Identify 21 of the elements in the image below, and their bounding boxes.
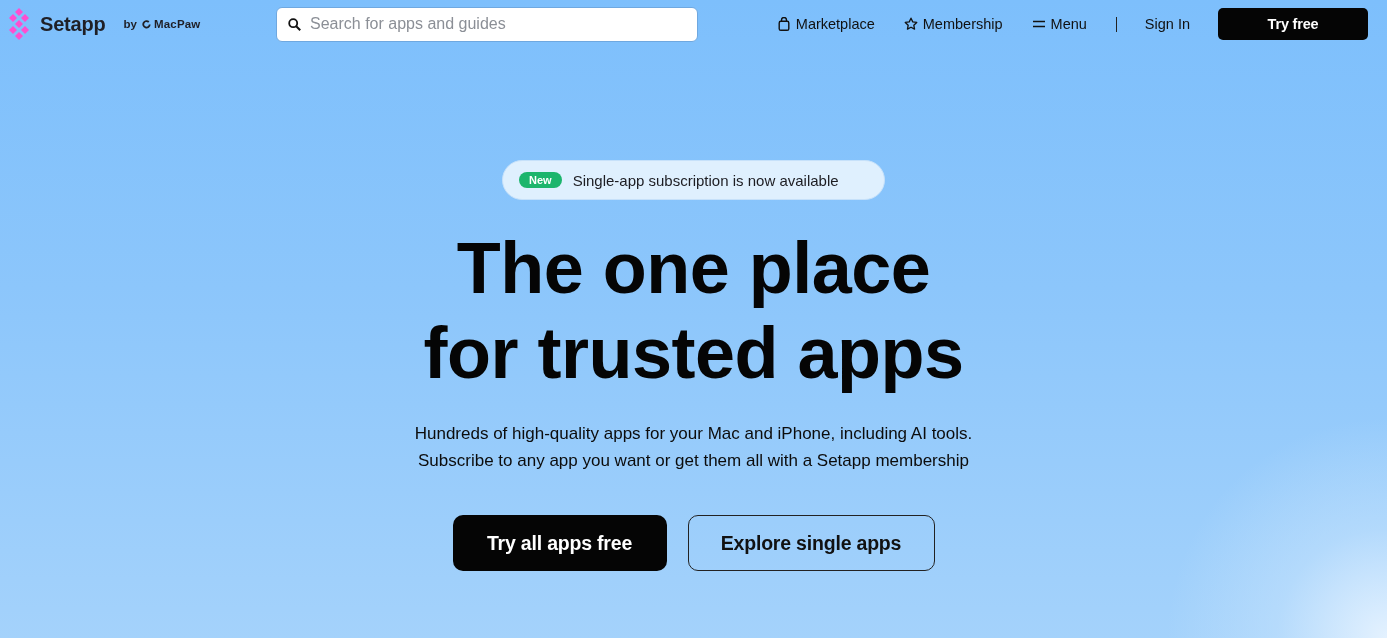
brand-name: Setapp (40, 12, 106, 36)
byline-text: by (123, 18, 137, 30)
try-all-apps-button[interactable]: Try all apps free (452, 515, 667, 571)
nav-link[interactable]: Membership (903, 16, 1003, 32)
sign-in-link[interactable]: Sign In (1144, 16, 1190, 32)
explore-apps-button[interactable]: Explore single apps (687, 515, 935, 571)
hero-heading: The one place for trusted apps (423, 227, 964, 395)
nav-link[interactable]: Marketplace (776, 16, 875, 32)
hero-subtitle: Hundreds of high-quality apps for your Mac and iPhone, including AI tools. Subscribe to any app you want or get them all with a Setapp membership (414, 423, 973, 472)
maker-name: MacPaw (153, 18, 201, 30)
announcement-text: Single-app subscription is now available (572, 171, 839, 189)
search-field[interactable]: Search for apps and guides (276, 6, 698, 42)
announcement-banner[interactable]: New Single-app subscription is now available (502, 160, 885, 200)
new-badge: New (519, 172, 562, 188)
search-icon (288, 17, 301, 31)
nav-link[interactable]: Menu (1031, 16, 1087, 32)
maker-logo-icon (141, 19, 151, 29)
try-free-button[interactable]: Try free (1218, 8, 1368, 40)
logo-icon[interactable] (8, 8, 30, 40)
shopping-bag-icon (776, 17, 791, 31)
star-icon (903, 17, 918, 31)
